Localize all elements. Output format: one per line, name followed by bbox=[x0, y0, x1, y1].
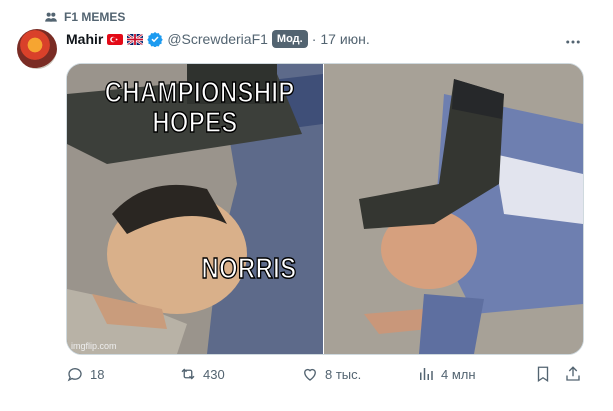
separator-dot: · bbox=[311, 31, 317, 47]
repost-count: 430 bbox=[203, 366, 225, 382]
bookmark-icon bbox=[537, 366, 549, 383]
reply-icon bbox=[67, 368, 82, 382]
like-button[interactable]: 8 тыс. bbox=[301, 365, 361, 383]
repost-icon bbox=[181, 368, 195, 380]
meme-top-text-content: CHAMPIONSHIP HOPES bbox=[104, 77, 295, 140]
meme-bottom-text: NORRIS bbox=[192, 253, 307, 285]
post-date[interactable]: 17 июн. bbox=[320, 31, 369, 47]
heart-icon bbox=[304, 368, 316, 381]
author-name[interactable]: Mahir bbox=[66, 31, 103, 47]
uk-flag-icon bbox=[127, 33, 144, 45]
moderator-badge: Мод. bbox=[271, 30, 308, 48]
imgflip-watermark: imgflip.com bbox=[71, 341, 117, 351]
views-button[interactable]: 4 млн bbox=[417, 365, 476, 383]
views-count: 4 млн bbox=[441, 366, 476, 382]
meme-image[interactable]: CHAMPIONSHIP HOPES NORRIS imgflip.com bbox=[66, 63, 584, 355]
people-icon bbox=[45, 12, 57, 22]
share-button[interactable] bbox=[564, 365, 582, 383]
community-name: F1 MEMES bbox=[64, 10, 126, 24]
action-bar: 18 430 8 тыс. 4 млн bbox=[66, 365, 586, 389]
meme-panel-right bbox=[324, 64, 583, 354]
community-label-row[interactable]: F1 MEMES bbox=[44, 9, 125, 25]
repost-button[interactable]: 430 bbox=[179, 365, 225, 383]
verified-badge-icon bbox=[147, 32, 164, 47]
views-chart-icon bbox=[420, 368, 433, 380]
meme-right-illustration bbox=[324, 64, 583, 354]
reply-button[interactable]: 18 bbox=[66, 365, 104, 383]
like-count: 8 тыс. bbox=[325, 366, 362, 382]
bookmark-button[interactable] bbox=[534, 365, 552, 383]
avatar[interactable] bbox=[17, 29, 57, 69]
meme-panel-left: CHAMPIONSHIP HOPES NORRIS imgflip.com bbox=[67, 64, 323, 354]
turkey-flag-icon bbox=[107, 33, 124, 45]
author-handle[interactable]: @ScrewderiaF1 bbox=[167, 31, 268, 47]
meme-bottom-text-content: NORRIS bbox=[201, 253, 297, 285]
meme-top-text: CHAMPIONSHIP HOPES bbox=[104, 77, 295, 140]
reply-count: 18 bbox=[90, 366, 105, 382]
post-header: Mahir @ScrewderiaF1 Мод. · 17 июн. bbox=[66, 29, 370, 49]
share-icon bbox=[566, 366, 580, 381]
more-options-icon[interactable] bbox=[564, 33, 582, 56]
